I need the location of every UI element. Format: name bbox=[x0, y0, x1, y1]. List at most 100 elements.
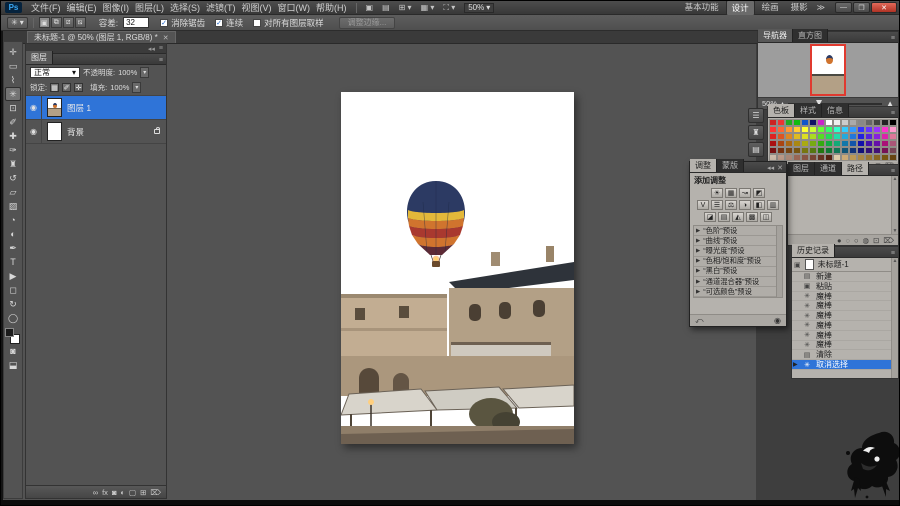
color-swatch[interactable] bbox=[793, 133, 801, 140]
layers-panel-button[interactable]: ▢ bbox=[129, 488, 136, 497]
screen-mode-icon[interactable]: ⛶ ▾ bbox=[441, 3, 457, 13]
scrollbar[interactable] bbox=[776, 226, 782, 298]
color-swatch[interactable] bbox=[809, 119, 817, 126]
color-swatch[interactable] bbox=[873, 126, 881, 133]
rotate-view-tool[interactable]: ↻ bbox=[5, 297, 21, 311]
history-snapshot-row[interactable]: ▣ 未标题-1 bbox=[792, 258, 891, 272]
color-swatch[interactable] bbox=[833, 126, 841, 133]
color-swatch[interactable] bbox=[809, 140, 817, 147]
color-swatch[interactable] bbox=[785, 133, 793, 140]
paths-panel-button[interactable]: ⌦ bbox=[883, 236, 894, 245]
document-tab[interactable]: 未标题-1 @ 50% (图层 1, RGB/8) * ✕ bbox=[27, 31, 176, 43]
color-swatch[interactable] bbox=[793, 126, 801, 133]
color-swatch[interactable] bbox=[801, 119, 809, 126]
color-swatch[interactable] bbox=[777, 119, 785, 126]
color-swatch[interactable] bbox=[833, 154, 841, 161]
panel-menu-icon[interactable]: ≡ bbox=[159, 45, 163, 52]
fill-value[interactable]: 100% bbox=[110, 83, 129, 92]
color-swatch[interactable] bbox=[841, 147, 849, 154]
refine-edge-button[interactable]: 调整边缘... bbox=[338, 16, 396, 29]
color-swatch[interactable] bbox=[833, 147, 841, 154]
tab-history[interactable]: 历史记录 bbox=[792, 244, 835, 257]
color-swatch[interactable] bbox=[889, 126, 897, 133]
panel-menu-icon[interactable]: ≡ bbox=[891, 35, 895, 42]
mini-bridge-icon[interactable]: ▤ bbox=[380, 3, 392, 12]
workspace-tab[interactable]: 基本功能 bbox=[680, 1, 724, 16]
eye-icon[interactable]: ◉ bbox=[26, 120, 42, 143]
disclosure-triangle-icon[interactable]: ▶ bbox=[696, 228, 700, 234]
eye-icon[interactable]: ◉ bbox=[26, 96, 42, 119]
disclosure-triangle-icon[interactable]: ▶ bbox=[696, 248, 700, 254]
adjustment-preset-row[interactable]: ▶ “黑白”预设 bbox=[694, 266, 776, 277]
layer-row[interactable]: ◉ 图层 1 bbox=[26, 96, 166, 120]
disclosure-triangle-icon[interactable]: ▶ bbox=[696, 238, 700, 244]
color-swatch[interactable] bbox=[857, 133, 865, 140]
navigator-preview[interactable] bbox=[758, 43, 898, 97]
scrollbar[interactable]: ▲ ▼ bbox=[891, 176, 898, 234]
screen-mode-button[interactable]: ⬓ bbox=[5, 358, 21, 372]
paths-panel-button[interactable]: ⊡ bbox=[873, 236, 879, 245]
history-entry[interactable]: ✳ 魔棒 bbox=[792, 292, 891, 302]
color-swatch[interactable] bbox=[833, 133, 841, 140]
adjustment-icon[interactable]: ▤ bbox=[718, 212, 730, 222]
workspace-tab[interactable]: 摄影 bbox=[786, 1, 813, 16]
color-swatch[interactable] bbox=[817, 147, 825, 154]
tab-styles[interactable]: 样式 bbox=[795, 104, 822, 117]
color-swatch[interactable] bbox=[865, 140, 873, 147]
color-swatch[interactable] bbox=[817, 154, 825, 161]
color-swatch[interactable] bbox=[793, 154, 801, 161]
adjustment-preset-row[interactable]: ▶ “可选颜色”预设 bbox=[694, 287, 776, 298]
adjustment-icon[interactable]: ☰ bbox=[711, 200, 723, 210]
bridge-icon[interactable]: ▣ bbox=[364, 3, 376, 12]
disclosure-triangle-icon[interactable]: ▶ bbox=[696, 289, 700, 295]
lock-icon[interactable]: ✐ bbox=[62, 83, 72, 92]
color-swatch[interactable] bbox=[841, 133, 849, 140]
tab-info[interactable]: 信息 bbox=[822, 104, 849, 117]
collapsed-panel-icon[interactable]: ♜ bbox=[748, 125, 764, 140]
color-swatch[interactable] bbox=[881, 133, 889, 140]
blur-tool[interactable]: ◔ bbox=[5, 213, 21, 227]
color-swatch[interactable] bbox=[881, 119, 889, 126]
tab-channels[interactable]: 通道 bbox=[815, 162, 842, 175]
color-swatch[interactable] bbox=[849, 140, 857, 147]
brush-tool[interactable]: ✑ bbox=[5, 143, 21, 157]
panel-menu-icon[interactable]: ≡ bbox=[891, 250, 895, 257]
navigator-thumbnail[interactable] bbox=[810, 44, 846, 96]
adjustment-icon[interactable]: ◫ bbox=[760, 212, 772, 222]
collapsed-panel-icon[interactable]: ☰ bbox=[748, 108, 764, 123]
close-icon[interactable]: ✕ bbox=[163, 34, 169, 42]
eyedropper-tool[interactable]: ✐ bbox=[5, 115, 21, 129]
shape-tool[interactable]: ◻ bbox=[5, 283, 21, 297]
color-swatch[interactable] bbox=[881, 140, 889, 147]
gradient-tool[interactable]: ▨ bbox=[5, 199, 21, 213]
color-swatch[interactable] bbox=[825, 147, 833, 154]
color-swatch[interactable] bbox=[817, 133, 825, 140]
blend-mode-dropdown[interactable]: 正常 ▾ bbox=[30, 67, 80, 78]
color-swatch[interactable] bbox=[785, 147, 793, 154]
adjustment-preset-row[interactable]: ▶ “曝光度”预设 bbox=[694, 246, 776, 257]
color-swatch[interactable] bbox=[809, 133, 817, 140]
zoom-tool[interactable]: ◯ bbox=[5, 311, 21, 325]
color-swatch[interactable] bbox=[809, 154, 817, 161]
color-swatch[interactable] bbox=[793, 147, 801, 154]
path-select-tool[interactable]: ▶ bbox=[5, 269, 21, 283]
workspace-overflow-button[interactable]: ≫ bbox=[815, 3, 827, 12]
color-swatch[interactable] bbox=[841, 119, 849, 126]
scroll-down-icon[interactable]: ▼ bbox=[893, 228, 898, 234]
color-swatch[interactable] bbox=[881, 147, 889, 154]
history-entry[interactable]: ✳ 魔棒 bbox=[792, 301, 891, 312]
tab-adjustments[interactable]: 调整 bbox=[690, 159, 717, 172]
selection-mode-icon[interactable]: ⧉ bbox=[50, 17, 62, 28]
color-swatch[interactable] bbox=[849, 133, 857, 140]
color-swatch[interactable] bbox=[857, 154, 865, 161]
tab-swatches[interactable]: 色板 bbox=[768, 104, 795, 117]
close-button[interactable]: ✕ bbox=[871, 2, 897, 13]
expanded-view-icon[interactable]: ◉ bbox=[774, 316, 781, 325]
panel-menu-icon[interactable]: ≡ bbox=[891, 168, 895, 175]
color-swatch[interactable] bbox=[881, 154, 889, 161]
menu-item[interactable]: 帮助(H) bbox=[314, 1, 349, 14]
history-entry[interactable]: ✳ 魔棒 bbox=[792, 321, 891, 331]
menu-item[interactable]: 编辑(E) bbox=[65, 1, 99, 14]
ps-logo-icon[interactable]: Ps bbox=[5, 2, 22, 13]
color-swatch[interactable] bbox=[873, 119, 881, 126]
